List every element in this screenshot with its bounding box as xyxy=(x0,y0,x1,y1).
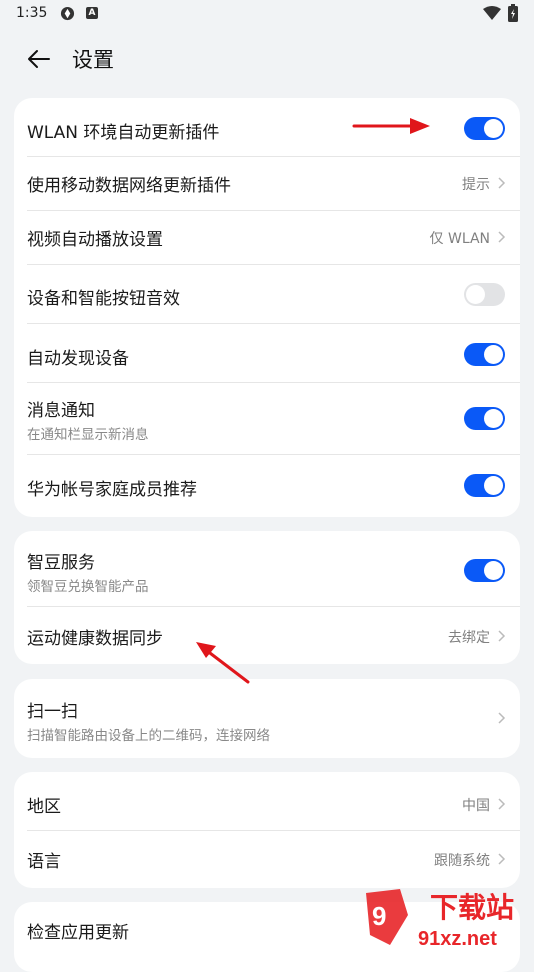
row-device-sound[interactable]: 设备和智能按钮音效 xyxy=(14,265,520,323)
row-label: 自动发现设备 xyxy=(27,349,129,369)
toggle-knob xyxy=(484,345,503,364)
row-language[interactable]: 语言 跟随系统 xyxy=(14,831,520,888)
toggle-knob xyxy=(466,285,485,304)
row-region[interactable]: 地区 中国 xyxy=(14,772,520,830)
row-label: 视频自动播放设置 xyxy=(27,230,163,250)
chevron-right-icon xyxy=(498,630,506,642)
row-video-autoplay[interactable]: 视频自动播放设置 仅 WLAN xyxy=(14,211,520,264)
row-wlan-auto-update[interactable]: WLAN 环境自动更新插件 xyxy=(14,98,520,156)
settings-group-1: WLAN 环境自动更新插件 使用移动数据网络更新插件 提示 视频自动播放设置 仅… xyxy=(14,98,520,517)
site-watermark-logo: 9 下载站 91xz.net xyxy=(366,889,514,950)
family-recommend-toggle[interactable] xyxy=(464,474,505,497)
row-label: 使用移动数据网络更新插件 xyxy=(27,176,231,196)
watermark-title: 下载站 xyxy=(430,891,514,924)
row-health-sync[interactable]: 运动健康数据同步 去绑定 xyxy=(14,607,520,664)
chevron-right-icon xyxy=(498,853,506,865)
row-value: 提示 xyxy=(462,177,490,193)
row-label: 地区 xyxy=(27,797,61,817)
row-mobile-data-update[interactable]: 使用移动数据网络更新插件 提示 xyxy=(14,157,520,210)
status-bar: 1:35 A xyxy=(0,0,534,28)
row-label: 运动健康数据同步 xyxy=(27,629,163,649)
row-value: 跟随系统 xyxy=(434,853,490,869)
chevron-right-icon xyxy=(498,712,506,724)
toggle-knob xyxy=(484,119,503,138)
row-label: 智豆服务 xyxy=(27,553,95,573)
chevron-right-icon xyxy=(498,177,506,189)
settings-group-4: 地区 中国 语言 跟随系统 xyxy=(14,772,520,888)
wlan-auto-update-toggle[interactable] xyxy=(464,117,505,140)
row-value: 中国 xyxy=(462,798,490,814)
row-zhidou-service[interactable]: 智豆服务 领智豆兑换智能产品 xyxy=(14,531,520,606)
row-value: 去绑定 xyxy=(448,630,490,646)
toggle-knob xyxy=(484,409,503,428)
toggle-knob xyxy=(484,476,503,495)
row-family-recommend[interactable]: 华为帐号家庭成员推荐 xyxy=(14,455,520,517)
zhidou-toggle[interactable] xyxy=(464,559,505,582)
app-header: 设置 xyxy=(0,28,534,88)
annotation-arrow-right xyxy=(352,118,430,134)
auto-discover-toggle[interactable] xyxy=(464,343,505,366)
row-scan[interactable]: 扫一扫 扫描智能路由设备上的二维码，连接网络 xyxy=(14,679,520,758)
toggle-knob xyxy=(484,561,503,580)
row-label: 消息通知 xyxy=(27,401,95,421)
row-label: 语言 xyxy=(27,852,61,872)
wifi-icon xyxy=(483,6,501,20)
row-auto-discover[interactable]: 自动发现设备 xyxy=(14,324,520,382)
annotation-arrow-up-left xyxy=(196,642,250,684)
row-label: 设备和智能按钮音效 xyxy=(27,289,180,309)
status-time: 1:35 xyxy=(16,5,48,21)
row-subtitle: 在通知栏显示新消息 xyxy=(27,427,149,443)
chevron-right-icon xyxy=(498,231,506,243)
page-title: 设置 xyxy=(72,48,114,72)
row-notifications[interactable]: 消息通知 在通知栏显示新消息 xyxy=(14,383,520,454)
app-a-icon: A xyxy=(86,7,98,19)
svg-text:9: 9 xyxy=(372,901,386,931)
row-value: 仅 WLAN xyxy=(429,231,490,247)
battery-icon xyxy=(508,4,518,22)
row-label: 检查应用更新 xyxy=(27,923,129,943)
back-arrow-icon[interactable] xyxy=(22,44,56,74)
chevron-right-icon xyxy=(498,798,506,810)
app-status-icon xyxy=(60,6,75,21)
device-sound-toggle[interactable] xyxy=(464,283,505,306)
settings-group-3: 扫一扫 扫描智能路由设备上的二维码，连接网络 xyxy=(14,679,520,758)
row-label: WLAN 环境自动更新插件 xyxy=(27,123,220,143)
watermark-url: 91xz.net xyxy=(418,928,497,950)
row-subtitle: 扫描智能路由设备上的二维码，连接网络 xyxy=(27,728,270,744)
settings-group-2: 智豆服务 领智豆兑换智能产品 运动健康数据同步 去绑定 xyxy=(14,531,520,664)
notifications-toggle[interactable] xyxy=(464,407,505,430)
row-label: 扫一扫 xyxy=(27,702,78,722)
row-subtitle: 领智豆兑换智能产品 xyxy=(27,579,149,595)
row-label: 华为帐号家庭成员推荐 xyxy=(27,480,197,500)
